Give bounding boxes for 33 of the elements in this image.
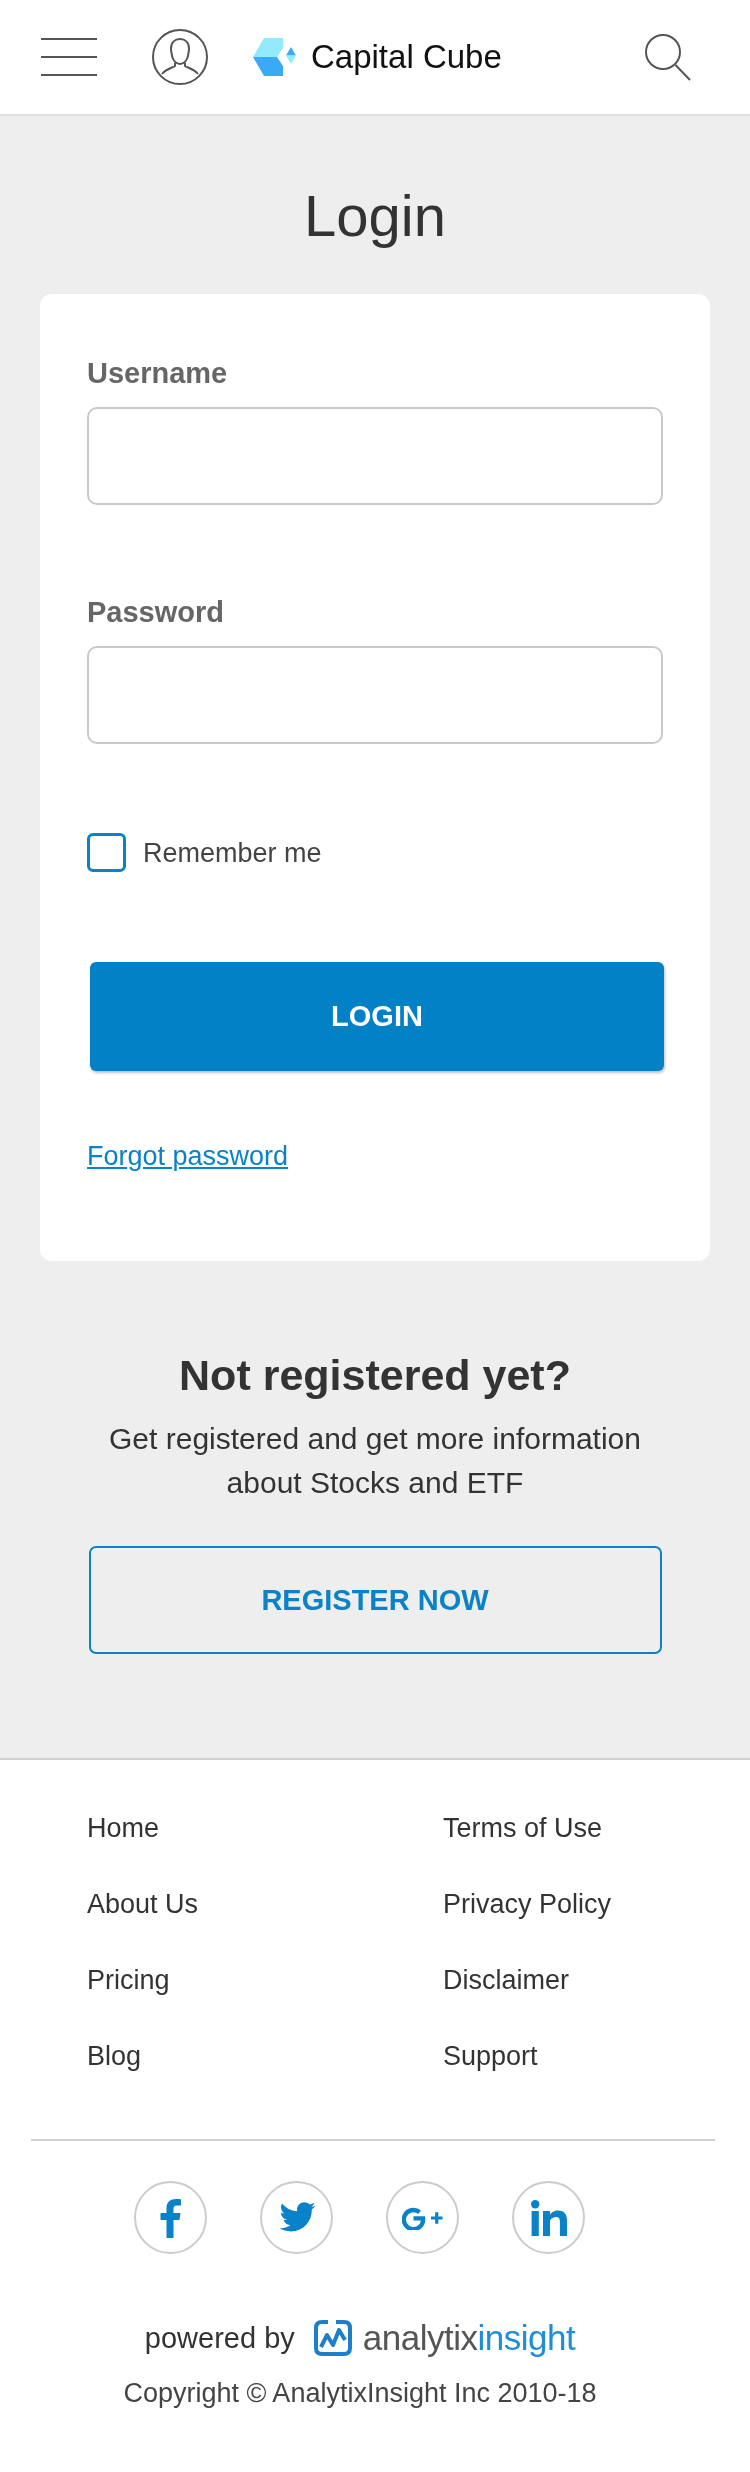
- footer-link[interactable]: About Us: [87, 1887, 199, 1921]
- register-heading: Not registered yet?: [179, 1350, 571, 1401]
- field-label: Username: [87, 356, 228, 391]
- brand-name: Capital Cube: [311, 37, 502, 77]
- search-icon[interactable]: [645, 33, 691, 81]
- copyright-text: Copyright © AnalytixInsight Inc 2010-18: [123, 2377, 597, 2410]
- register-button[interactable]: REGISTER NOW: [88, 1546, 662, 1654]
- twitter-icon: [277, 2202, 316, 2233]
- menu-icon[interactable]: [41, 38, 97, 76]
- checkbox[interactable]: [87, 833, 126, 872]
- user-profile-icon[interactable]: [152, 29, 208, 85]
- chart-logo-icon: [313, 2320, 352, 2356]
- input-field[interactable]: [87, 407, 663, 505]
- linkedin-icon: [530, 2199, 567, 2236]
- google-plus-icon: [402, 2205, 443, 2230]
- footer-link[interactable]: Support: [443, 2039, 538, 2073]
- page-title: Login: [304, 182, 446, 250]
- footer-link[interactable]: Blog: [87, 2039, 142, 2073]
- footer-link[interactable]: Home: [87, 1811, 160, 1845]
- footer-link[interactable]: Disclaimer: [443, 1963, 569, 1997]
- input-field[interactable]: [87, 646, 663, 744]
- login-button[interactable]: LOGIN: [90, 962, 664, 1071]
- register-description: Get registered and get more information about Stocks and ETF: [108, 1421, 642, 1501]
- facebook-icon: [160, 2197, 181, 2238]
- footer-link[interactable]: Privacy Policy: [443, 1887, 612, 1921]
- footer-link[interactable]: Terms of Use: [443, 1811, 603, 1845]
- powered-by-label: powered by: [144, 2321, 295, 2356]
- forgot-password-link[interactable]: Forgot password: [87, 1139, 289, 1173]
- checkbox-label: Remember me: [143, 836, 322, 870]
- brand-wordmark: analytixinsight: [362, 2317, 576, 2359]
- footer-link[interactable]: Pricing: [87, 1963, 170, 1997]
- cube-logo-icon: [253, 38, 296, 76]
- field-label: Password: [87, 595, 224, 630]
